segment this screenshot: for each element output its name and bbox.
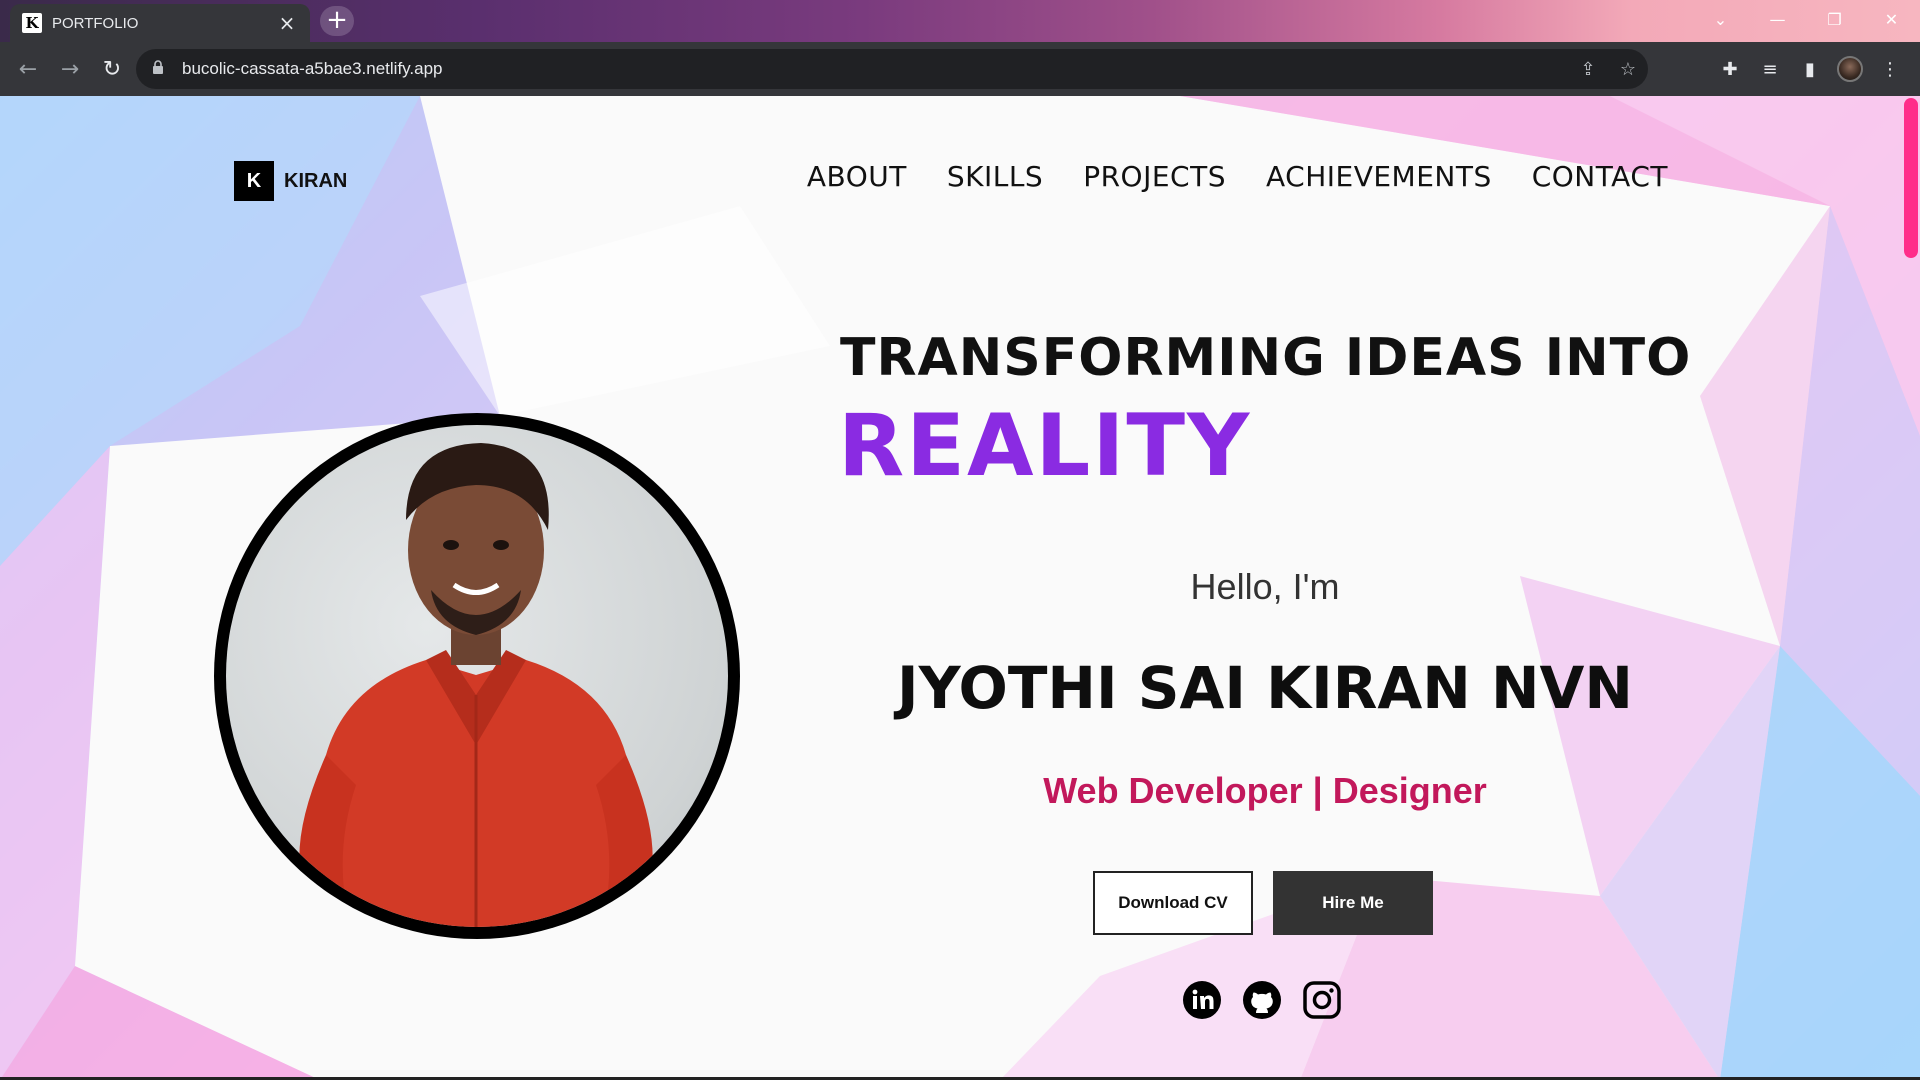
logo-text: KIRAN	[284, 169, 348, 192]
person-name: JYOTHI SAI KIRAN NVN	[897, 654, 1633, 722]
media-icon[interactable]: ≡	[1750, 49, 1790, 89]
star-icon[interactable]: ☆	[1608, 59, 1648, 80]
extensions-icon[interactable]: ✚	[1710, 49, 1750, 89]
share-icon[interactable]: ⇪	[1568, 59, 1608, 80]
nav-skills[interactable]: SKILLS	[947, 160, 1043, 193]
nav-projects[interactable]: PROJECTS	[1083, 160, 1226, 193]
lock-icon[interactable]	[152, 60, 172, 78]
social-links	[1182, 980, 1342, 1020]
page-scrollbar[interactable]	[1904, 96, 1920, 1080]
back-icon[interactable]: ←	[8, 49, 48, 89]
instagram-icon[interactable]	[1302, 980, 1342, 1020]
role-text: Web Developer | Designer	[1043, 770, 1487, 811]
restore-icon[interactable]: ❐	[1806, 0, 1863, 38]
sidepanel-icon[interactable]: ▮	[1790, 49, 1830, 89]
new-tab-button[interactable]: +	[320, 6, 354, 36]
tab-title: PORTFOLIO	[52, 14, 139, 32]
minimize-icon[interactable]: —	[1749, 0, 1806, 38]
hire-me-button[interactable]: Hire Me	[1273, 871, 1433, 935]
profile-photo-frame	[214, 413, 740, 939]
url-text: bucolic-cassata-a5bae3.netlify.app	[182, 59, 443, 78]
profile-photo	[226, 425, 728, 927]
hero-headline: TRANSFORMING IDEAS INTO	[840, 328, 1692, 388]
logo-badge: K	[234, 161, 274, 201]
page-viewport: K KIRAN ABOUT SKILLS PROJECTS ACHIEVEMEN…	[0, 96, 1920, 1080]
hero-headline-accent: REALITY	[838, 396, 1252, 496]
forward-icon[interactable]: →	[50, 49, 90, 89]
site-logo[interactable]: K KIRAN	[234, 161, 347, 201]
menu-icon[interactable]: ⋮	[1870, 49, 1910, 89]
download-cv-button[interactable]: Download CV	[1093, 871, 1253, 935]
browser-toolbar: ← → ↻ bucolic-cassata-a5bae3.netlify.app…	[0, 42, 1920, 96]
nav-achievements[interactable]: ACHIEVEMENTS	[1266, 160, 1492, 193]
reload-icon[interactable]: ↻	[92, 49, 132, 89]
extension-area: ✚ ≡ ▮ ⋮	[1710, 49, 1910, 89]
tab-search-icon[interactable]: ⌄	[1692, 0, 1749, 38]
greeting-text: Hello, I'm	[1190, 566, 1340, 607]
close-window-icon[interactable]: ✕	[1863, 0, 1920, 38]
close-tab-icon[interactable]: ×	[276, 11, 298, 35]
profile-avatar	[1837, 56, 1863, 82]
github-icon[interactable]	[1242, 980, 1282, 1020]
browser-tab[interactable]: K PORTFOLIO ×	[10, 4, 310, 42]
nav-contact[interactable]: CONTACT	[1532, 160, 1668, 193]
nav-about[interactable]: ABOUT	[807, 160, 907, 193]
linkedin-icon[interactable]	[1182, 980, 1222, 1020]
browser-tabstrip: K PORTFOLIO × + ⌄ — ❐ ✕	[0, 0, 1920, 42]
main-nav: ABOUT SKILLS PROJECTS ACHIEVEMENTS CONTA…	[807, 160, 1668, 193]
tab-favicon: K	[22, 13, 42, 33]
window-controls: ⌄ — ❐ ✕	[1692, 0, 1920, 38]
address-bar[interactable]: bucolic-cassata-a5bae3.netlify.app ⇪ ☆	[136, 49, 1648, 89]
profile-button[interactable]	[1830, 49, 1870, 89]
scrollbar-thumb[interactable]	[1904, 98, 1918, 258]
